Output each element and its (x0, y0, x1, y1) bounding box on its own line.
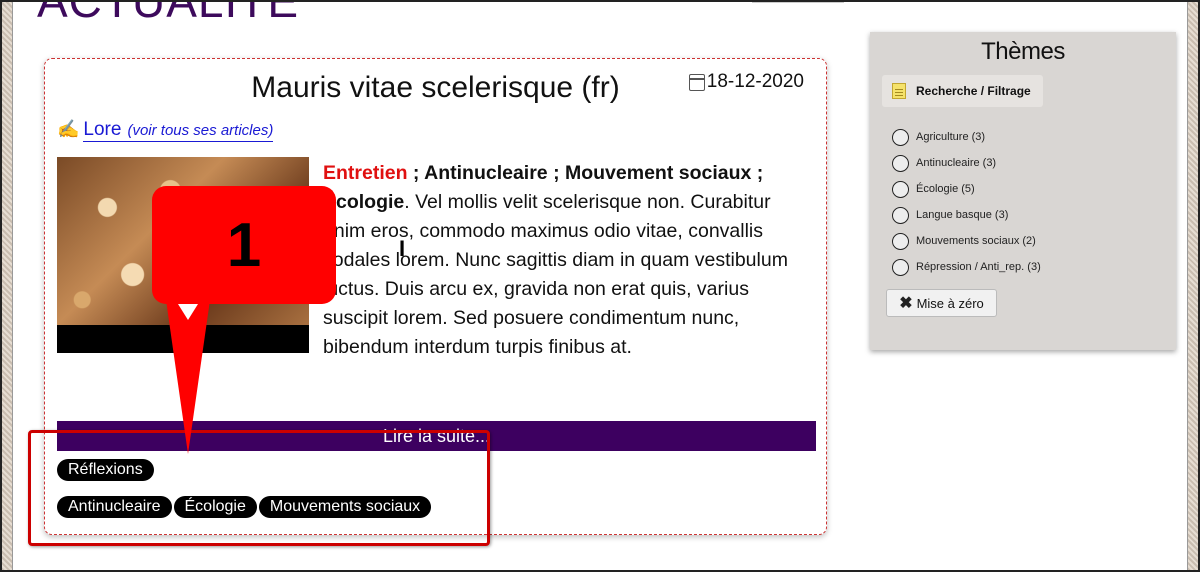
excerpt-text: . Vel mollis velit scelerisque non. Cura… (323, 191, 788, 358)
theme-option[interactable]: Répression / Anti_rep. (3) (892, 254, 1041, 280)
pen-icon: ✍ (57, 119, 80, 139)
author-name: Lore (83, 119, 122, 140)
theme-option[interactable]: Agriculture (3) (892, 124, 1041, 150)
author-link[interactable]: Lore (voir tous ses articles) (83, 119, 274, 142)
article-date: 18-12-2020 (688, 71, 804, 93)
radio-button[interactable] (892, 206, 909, 224)
note-icon (892, 83, 906, 99)
reset-button-label: Mise à zéro (916, 295, 984, 311)
callout-pointer-icon (166, 300, 210, 454)
annotation-callout: 1 (152, 186, 336, 304)
author-line: ✍ Lore (voir tous ses articles) (57, 119, 274, 142)
radio-button[interactable] (892, 180, 909, 198)
author-articles-link: (voir tous ses articles) (127, 122, 274, 139)
theme-option[interactable]: Mouvements sociaux (2) (892, 228, 1041, 254)
date-text: 18-12-2020 (706, 71, 804, 92)
theme-label: Mouvements sociaux (2) (916, 235, 1036, 247)
calendar-icon (688, 73, 705, 91)
filter-button[interactable]: Recherche / Filtrage (882, 75, 1043, 107)
right-texture-strip (1188, 2, 1198, 570)
article-excerpt: Entretien ; Antinucleaire ; Mouvement so… (323, 159, 817, 362)
top-tab (752, 0, 844, 3)
theme-option[interactable]: Écologie (5) (892, 176, 1041, 202)
reset-button[interactable]: ✖ Mise à zéro (886, 289, 997, 317)
theme-label: Répression / Anti_rep. (3) (916, 261, 1041, 273)
radio-button[interactable] (892, 128, 909, 146)
annotation-number: 1 (226, 210, 262, 280)
theme-label: Antinucleaire (3) (916, 157, 997, 169)
annotation-highlight-rect (28, 430, 490, 546)
filter-button-label: Recherche / Filtrage (916, 84, 1031, 98)
theme-label: Écologie (5) (916, 183, 975, 195)
radio-button[interactable] (892, 232, 909, 250)
theme-label: Agriculture (3) (916, 131, 986, 143)
radio-button[interactable] (892, 154, 909, 172)
close-icon: ✖ (899, 295, 913, 312)
theme-label: Langue basque (3) (916, 209, 1009, 221)
page-heading: ACTUALITÉ (37, 0, 300, 27)
text-cursor-icon: I (399, 236, 406, 261)
theme-option[interactable]: Antinucleaire (3) (892, 150, 1041, 176)
left-texture-strip (2, 2, 12, 570)
themes-panel: Thèmes Recherche / Filtrage Agriculture … (870, 32, 1176, 350)
themes-title: Thèmes (981, 38, 1065, 65)
theme-list: Agriculture (3) Antinucleaire (3) Écolog… (892, 124, 1041, 280)
radio-button[interactable] (892, 258, 909, 276)
theme-option[interactable]: Langue basque (3) (892, 202, 1041, 228)
hot-tag: Entretien (323, 162, 408, 184)
